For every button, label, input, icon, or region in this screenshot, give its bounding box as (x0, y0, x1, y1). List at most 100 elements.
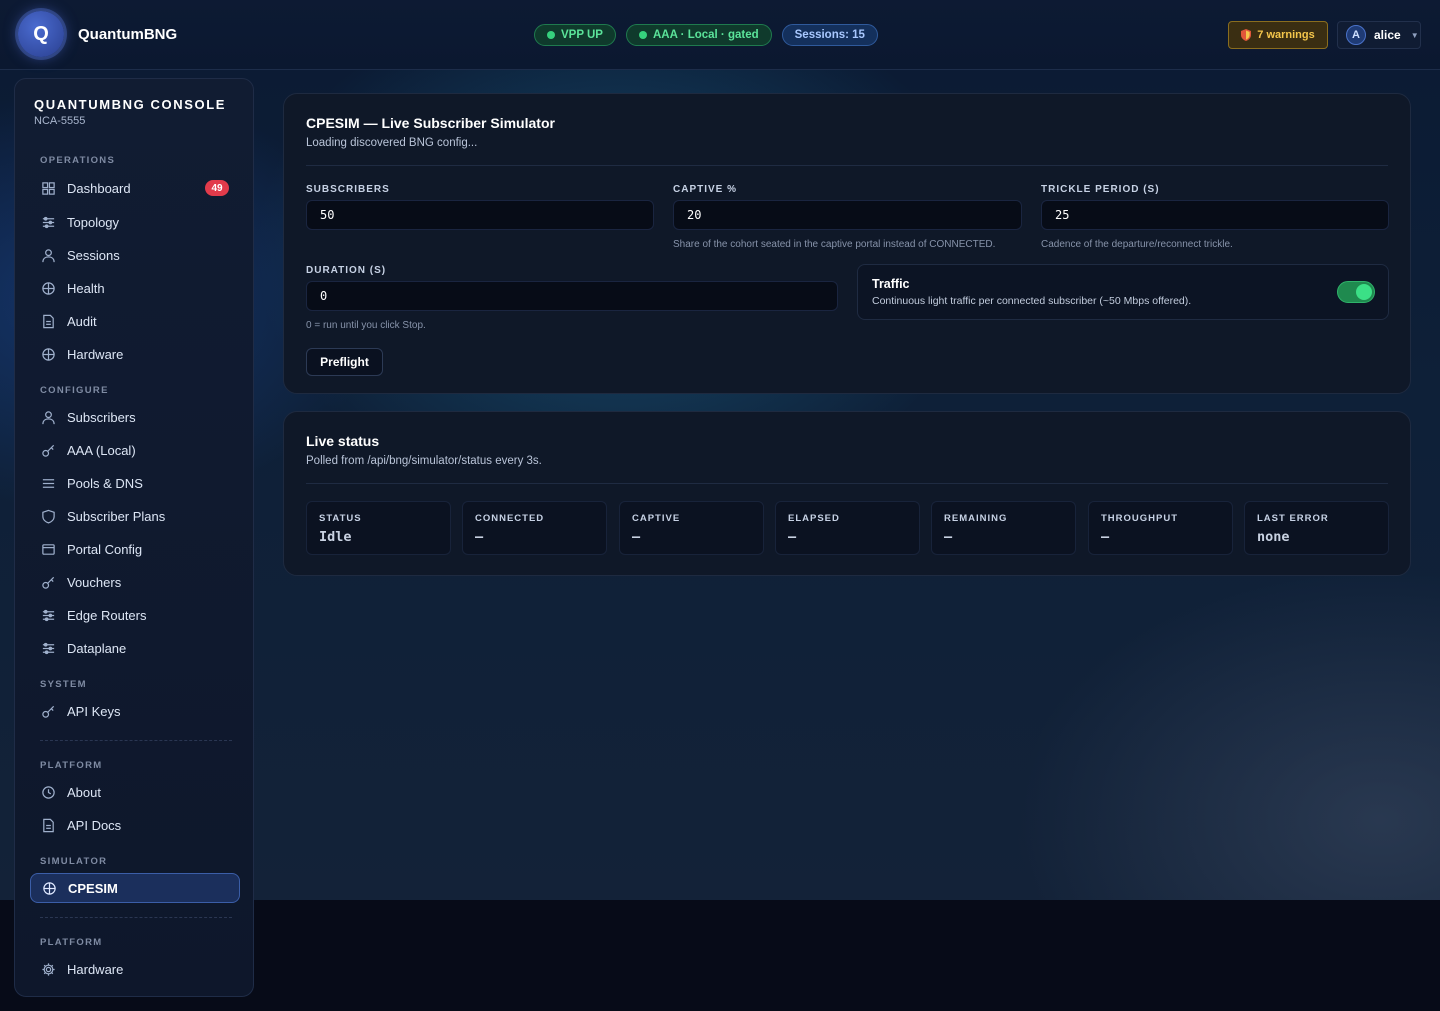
gear-icon (42, 962, 55, 976)
stat-captive: CAPTIVE — (619, 501, 764, 555)
sidebar-item-subscribers[interactable]: Subscribers (30, 402, 240, 432)
live-status-title: Live status (306, 433, 380, 449)
aaa-status-label: AAA · Local · gated (652, 29, 759, 41)
sidebar-item-edge-routers[interactable]: Edge Routers (30, 600, 240, 630)
section-platform: PLATFORM (40, 760, 103, 771)
warnings-button[interactable]: 7 warnings (1228, 21, 1328, 49)
sidebar-item-aaa[interactable]: AAA (Local) (30, 435, 240, 465)
user-menu[interactable]: A alice ▼ (1337, 21, 1421, 49)
stat-value: none (1257, 529, 1290, 545)
key-icon (42, 705, 55, 718)
trickle-period-input[interactable]: 25 (1041, 200, 1389, 230)
sidebar-item-label: AAA (Local) (67, 442, 136, 458)
stat-label: CAPTIVE (632, 513, 681, 524)
traffic-toggle[interactable] (1337, 281, 1375, 303)
sidebar-divider (40, 917, 232, 918)
sidebar-item-topology[interactable]: Topology (30, 207, 240, 237)
vpp-status-pill[interactable]: VPP UP (534, 24, 616, 46)
sidebar-item-api-docs[interactable]: API Docs (30, 810, 240, 840)
sessions-pill[interactable]: Sessions: 15 (781, 24, 878, 46)
sidebar-item-audit[interactable]: Audit (30, 306, 240, 336)
sidebar-item-vouchers[interactable]: Vouchers (30, 567, 240, 597)
duration-input[interactable]: 0 (306, 281, 838, 311)
sidebar-item-label: Topology (67, 214, 120, 230)
subscribers-input[interactable]: 50 (306, 200, 654, 230)
sidebar-item-cpesim[interactable]: CPESIM (30, 873, 240, 903)
card-divider (306, 483, 1388, 484)
shield-icon (42, 509, 55, 524)
document-icon (43, 314, 54, 328)
document-icon (43, 818, 54, 832)
sliders-icon (42, 609, 55, 621)
user-name: alice (1374, 28, 1401, 42)
sidebar-divider (40, 740, 232, 741)
sidebar-item-label: Health (67, 280, 105, 296)
simulator-title: CPESIM — Live Subscriber Simulator (306, 115, 555, 131)
sessions-label: Sessions: 15 (794, 29, 865, 41)
status-dot-icon (547, 31, 555, 39)
sidebar-item-label: CPESIM (68, 880, 118, 896)
traffic-setting: Traffic Continuous light traffic per con… (857, 264, 1389, 320)
globe-icon (42, 347, 55, 361)
chevron-down-icon: ▼ (1410, 30, 1419, 40)
sidebar-item-health[interactable]: Health (30, 273, 240, 303)
aaa-status-pill[interactable]: AAA · Local · gated (625, 24, 772, 46)
stat-last-error: LAST ERROR none (1244, 501, 1389, 555)
sidebar-item-dashboard[interactable]: Dashboard 49 (30, 173, 240, 203)
status-dot-icon (638, 31, 647, 39)
simulator-subtitle: Loading discovered BNG config... (306, 137, 478, 149)
duration-label: DURATION (S) (306, 265, 387, 276)
subscribers-label: SUBSCRIBERS (306, 184, 390, 195)
sliders-icon (42, 642, 55, 654)
sidebar-item-about[interactable]: About (30, 777, 240, 807)
sidebar-item-hardware[interactable]: Hardware (30, 339, 240, 369)
section-simulator: SIMULATOR (40, 856, 108, 867)
sidebar-item-label: API Docs (67, 817, 122, 833)
stat-connected: CONNECTED — (462, 501, 607, 555)
sidebar-item-pools-dns[interactable]: Pools & DNS (30, 468, 240, 498)
user-icon (42, 410, 55, 424)
sidebar-item-label: Edge Routers (67, 607, 147, 623)
key-icon (42, 576, 55, 589)
sidebar-item-label: Hardware (67, 961, 124, 977)
stat-value: — (1101, 529, 1110, 545)
preflight-button[interactable]: Preflight (306, 348, 383, 376)
duration-hint: 0 = run until you click Stop. (306, 320, 426, 331)
sidebar-item-label: Pools & DNS (67, 475, 143, 491)
live-status-card: Live status Polled from /api/bng/simulat… (283, 411, 1411, 576)
sidebar-item-label: Sessions (67, 247, 120, 263)
toggle-knob (1356, 284, 1372, 300)
sidebar-item-label: Vouchers (67, 574, 122, 590)
sliders-icon (42, 216, 55, 228)
stat-value: — (632, 529, 641, 545)
simulator-card: CPESIM — Live Subscriber Simulator Loadi… (283, 93, 1411, 394)
sidebar-item-label: Subscriber Plans (67, 508, 166, 524)
app-logo[interactable]: Q (18, 11, 64, 57)
sidebar-item-hardware-2[interactable]: Hardware (30, 954, 240, 984)
stat-label: CONNECTED (475, 513, 545, 524)
sidebar-item-label: Hardware (67, 346, 124, 362)
app-name: QuantumBNG (78, 26, 178, 43)
globe-icon (42, 281, 55, 295)
clock-icon (42, 785, 55, 799)
sidebar-item-subscriber-plans[interactable]: Subscriber Plans (30, 501, 240, 531)
console-subtitle: NCA-5555 (34, 115, 86, 127)
dashboard-count-badge: 49 (205, 180, 229, 196)
stat-elapsed: ELAPSED — (775, 501, 920, 555)
sidebar-item-api-keys[interactable]: API Keys (30, 696, 240, 726)
stat-throughput: THROUGHPUT — (1088, 501, 1233, 555)
sidebar-item-sessions[interactable]: Sessions (30, 240, 240, 270)
sidebar-item-label: About (67, 784, 101, 800)
sidebar-item-dataplane[interactable]: Dataplane (30, 633, 240, 663)
sidebar-item-portal-config[interactable]: Portal Config (30, 534, 240, 564)
sidebar-item-label: Dashboard (67, 180, 131, 196)
stat-remaining: REMAINING — (931, 501, 1076, 555)
list-icon (42, 478, 55, 488)
stat-value: — (944, 529, 953, 545)
captive-label: CAPTIVE % (673, 184, 738, 195)
user-icon (42, 248, 55, 262)
captive-percent-input[interactable]: 20 (673, 200, 1022, 230)
sidebar-item-label: Dataplane (67, 640, 127, 656)
stat-label: LAST ERROR (1257, 513, 1329, 524)
traffic-description: Continuous light traffic per connected s… (872, 295, 1192, 307)
